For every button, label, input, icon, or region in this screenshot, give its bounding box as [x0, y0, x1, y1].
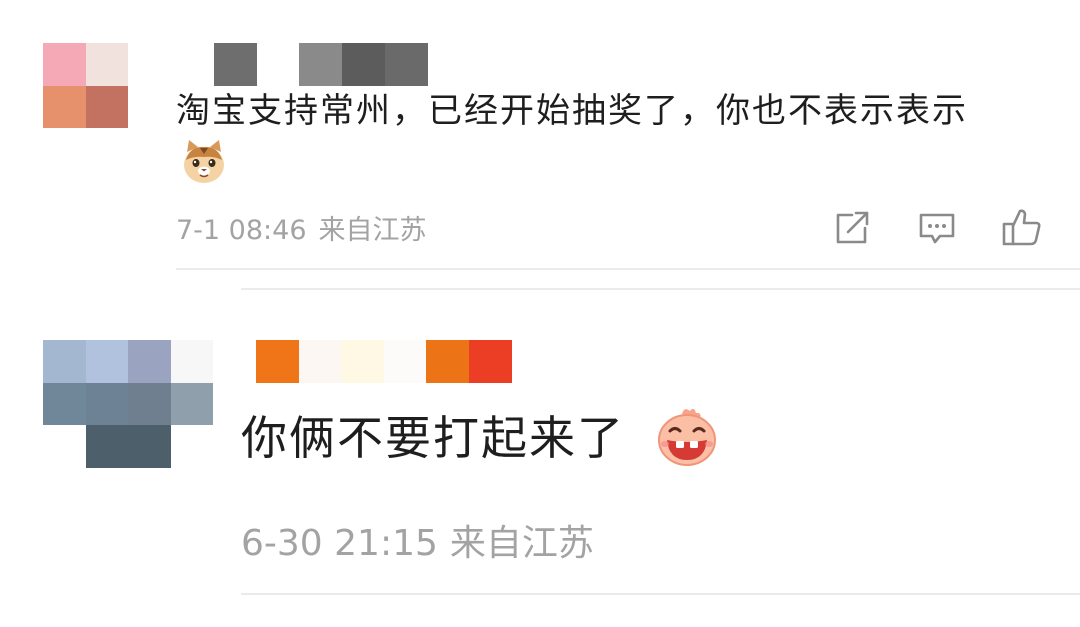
mosaic-pixel — [426, 340, 469, 383]
mosaic-pixel — [385, 43, 428, 86]
mosaic-pixel — [341, 340, 384, 383]
username-blurred[interactable] — [256, 340, 512, 383]
mosaic-pixel — [86, 425, 128, 468]
mosaic-pixel — [171, 425, 213, 468]
mosaic-pixel — [469, 340, 512, 383]
mosaic-pixel — [384, 340, 426, 383]
location: 来自江苏 — [449, 523, 594, 564]
mosaic-pixel — [128, 383, 171, 425]
comment-icon[interactable] — [915, 206, 959, 250]
comment-text: 淘宝支持常州，已经开始抽奖了，你也不表示表示 — [176, 91, 968, 131]
mosaic-pixel — [86, 86, 128, 128]
username-blurred[interactable] — [214, 43, 428, 86]
mosaic-pixel — [257, 43, 299, 86]
mosaic-pixel — [128, 425, 171, 468]
mosaic-pixel — [256, 340, 299, 383]
mosaic-pixel — [43, 425, 86, 468]
mosaic-pixel — [299, 43, 342, 86]
timestamp: 7-1 08:46 — [176, 215, 307, 246]
grinning-face-emoji — [658, 408, 716, 466]
avatar[interactable] — [43, 340, 213, 468]
avatar[interactable] — [43, 43, 128, 128]
mosaic-pixel — [86, 383, 128, 425]
comment-meta: 7-1 08:46 来自江苏 — [176, 208, 427, 247]
mosaic-pixel — [43, 340, 86, 383]
mosaic-pixel — [43, 43, 86, 86]
mosaic-pixel — [342, 43, 385, 86]
share-icon[interactable] — [830, 206, 874, 250]
comment-meta: 6-30 21:15 来自江苏 — [241, 514, 594, 566]
comment-divider — [176, 268, 1080, 270]
location: 来自江苏 — [318, 215, 427, 246]
comment-text: 你俩不要打起来了 — [241, 411, 625, 465]
mosaic-pixel — [171, 383, 213, 425]
timestamp: 6-30 21:15 — [241, 523, 438, 564]
mosaic-pixel — [214, 43, 257, 86]
mosaic-pixel — [43, 383, 86, 425]
mosaic-pixel — [128, 340, 171, 383]
cat-face-emoji — [184, 140, 224, 183]
mosaic-pixel — [86, 43, 128, 86]
thread-divider — [241, 288, 1080, 290]
mosaic-pixel — [171, 340, 213, 383]
thumbs-up-icon[interactable] — [1000, 206, 1044, 250]
mosaic-pixel — [43, 86, 86, 128]
mosaic-pixel — [299, 340, 341, 383]
mosaic-pixel — [86, 340, 128, 383]
comment-divider — [241, 593, 1080, 595]
